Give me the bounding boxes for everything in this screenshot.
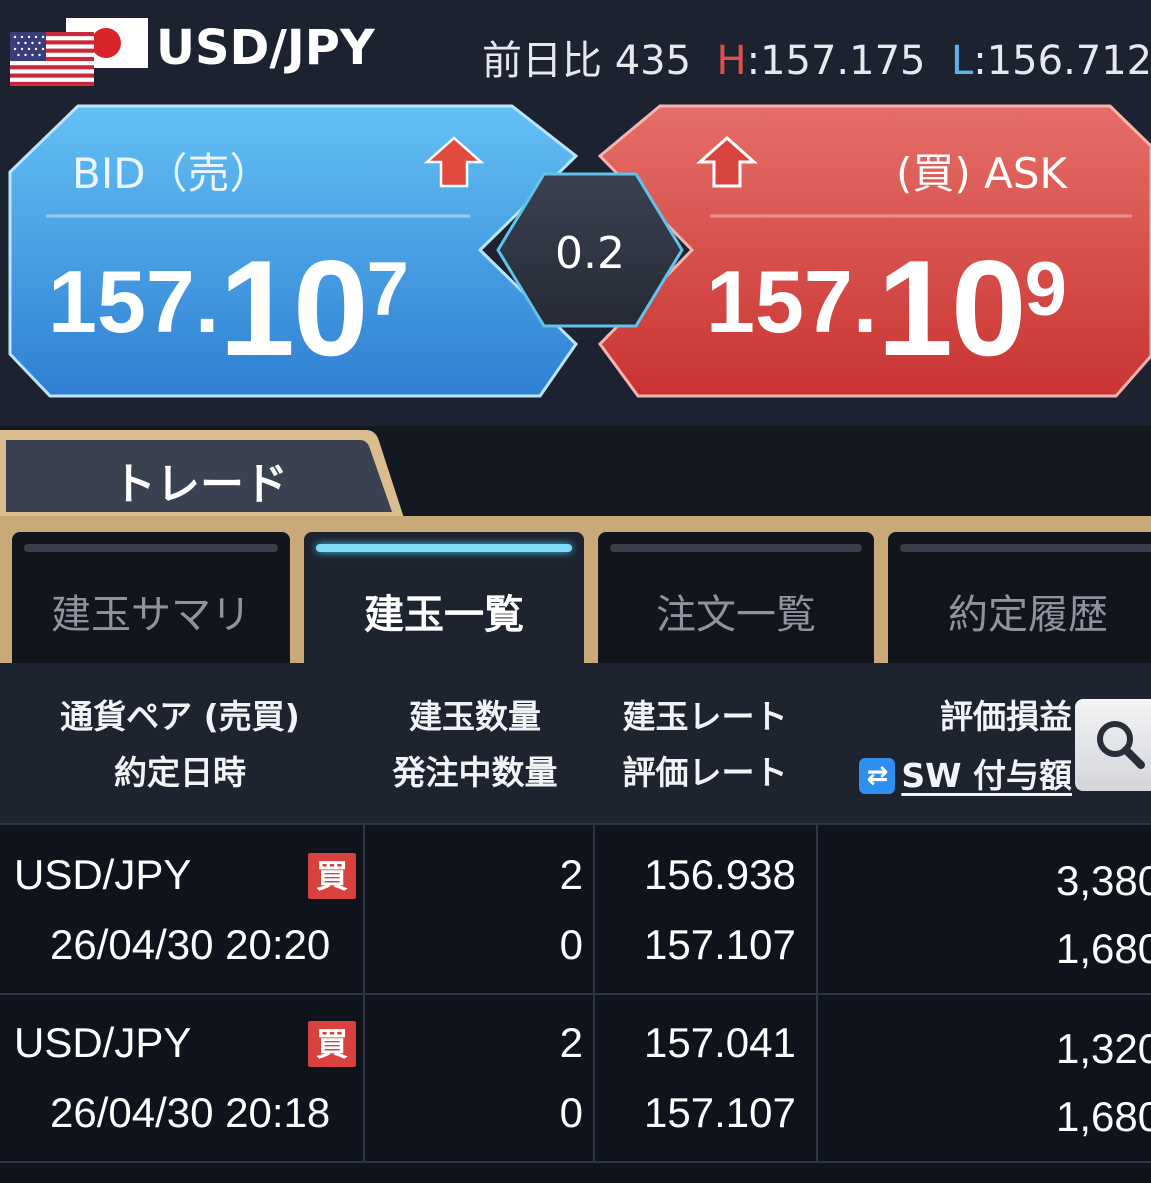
ask-price[interactable]: 157.109 (706, 240, 1067, 376)
table-row[interactable]: USD/JPY 買 26/04/30 20:20 2 0 156.938 157… (0, 825, 1151, 995)
bid-price[interactable]: 157.107 (48, 240, 409, 376)
row-open-rate: 156.938 (644, 851, 796, 898)
change-label: 前日比 (482, 38, 602, 84)
header-col-pair: 通貨ペア (売買) 約定日時 (60, 697, 300, 792)
row-pair: USD/JPY (14, 851, 192, 898)
high-label: H (716, 38, 747, 84)
tab-position-list[interactable]: 建玉一覧 (304, 532, 584, 663)
daily-stats: 前日比 435 H:157.175 L:156.712 (482, 38, 1151, 84)
tab-execution-history[interactable]: 約定履歴 (888, 532, 1151, 663)
high-value: 157.175 (760, 38, 926, 84)
row-quantity: 2 (559, 1019, 583, 1066)
low-value: 156.712 (986, 38, 1151, 84)
row-quantity: 2 (559, 851, 583, 898)
table-row[interactable]: USD/JPY 買 26/04/30 20:18 2 0 157.041 157… (0, 993, 1151, 1163)
header-col-rate: 建玉レート 評価レート (622, 697, 788, 792)
row-datetime: 26/04/30 20:18 (50, 1089, 331, 1136)
tab-trade[interactable]: トレード (112, 448, 288, 512)
row-swap-amount: 1,680 (1056, 1093, 1151, 1140)
search-icon (1097, 721, 1145, 769)
swap-toggle-icon[interactable]: ⇄ (859, 758, 896, 794)
ask-label: (買) ASK (896, 149, 1068, 198)
header-col-quantity: 建玉数量 発注中数量 (392, 697, 558, 792)
spread-value: 0.2 (555, 228, 625, 279)
currency-pair-title[interactable]: USD/JPY (156, 20, 375, 76)
tab-order-list[interactable]: 注文一覧 (598, 532, 874, 663)
header-bar: USD/JPY 前日比 435 H:157.175 L:156.712 (0, 0, 1151, 100)
row-pending-quantity: 0 (559, 1089, 583, 1136)
row-datetime: 26/04/30 20:20 (50, 921, 331, 968)
buy-side-badge: 買 (308, 853, 356, 899)
search-button[interactable] (1075, 699, 1151, 791)
tab-position-summary[interactable]: 建玉サマリ (12, 532, 290, 663)
position-table: USD/JPY 買 26/04/30 20:20 2 0 156.938 157… (0, 823, 1151, 1183)
row-pair: USD/JPY (14, 1019, 192, 1066)
row-eval-rate: 157.107 (644, 921, 796, 968)
row-pending-quantity: 0 (559, 921, 583, 968)
row-open-rate: 157.041 (644, 1019, 796, 1066)
buy-side-badge: 買 (308, 1021, 356, 1067)
low-label: L (950, 38, 974, 84)
bid-label: BID（売） (72, 149, 272, 198)
row-swap-amount: 1,680 (1056, 925, 1151, 972)
table-header: 通貨ペア (売買) 約定日時 建玉数量 発注中数量 建玉レート 評価レート 評価… (0, 663, 1151, 823)
row-eval-rate: 157.107 (644, 1089, 796, 1136)
sw-toggle[interactable]: ⇄ SW 付与額 (859, 748, 1072, 804)
row-profit-loss: 3,380 (1056, 857, 1151, 904)
currency-flags-icon (10, 18, 148, 86)
price-panel: BID（売） 157.107 0.2 (買) ASK 157.109 (0, 100, 1151, 420)
header-col-pl: 評価損益 ⇄ SW 付与額 (820, 689, 1072, 804)
row-profit-loss: 1,320 (1056, 1025, 1151, 1072)
change-value: 435 (614, 38, 692, 84)
up-arrow-icon (423, 136, 485, 188)
up-arrow-outline-icon (696, 136, 758, 188)
